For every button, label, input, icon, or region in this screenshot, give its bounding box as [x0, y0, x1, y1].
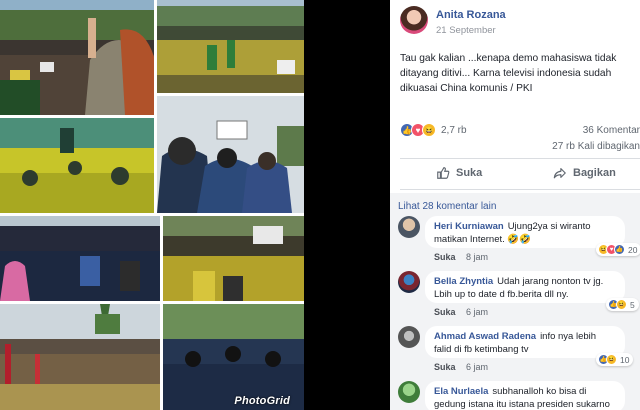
laughing-face-icon: 😆 [606, 354, 617, 365]
commenter-avatar[interactable] [398, 271, 420, 293]
comment-meta: Suka 6 jam [434, 307, 488, 317]
share-button-label: Bagikan [573, 167, 616, 179]
comment-reaction-count: 20 [628, 244, 638, 255]
reaction-count: 2,7 rb [441, 124, 467, 136]
post-timestamp[interactable]: 21 September [436, 25, 496, 36]
comment-bubble: Ela Nurlaela subhanalloh ko bisa di gedun… [425, 381, 625, 410]
author-avatar[interactable] [400, 6, 428, 34]
commenter-avatar[interactable] [398, 326, 420, 348]
laughing-face-icon: 😆 [616, 299, 627, 310]
comment-reactions[interactable]: 👍 😆 10 [596, 353, 634, 366]
like-button[interactable]: Suka [436, 166, 482, 180]
commenter-avatar[interactable] [398, 216, 420, 238]
comment-like-link[interactable]: Suka [434, 307, 456, 317]
divider [400, 189, 640, 190]
commenter-name[interactable]: Ahmad Aswad Radena [434, 331, 536, 342]
comment-count-link[interactable]: 36 Komentar [583, 125, 640, 136]
collage-photo-mass-rally[interactable] [0, 304, 160, 410]
comment-time[interactable]: 8 jam [466, 252, 488, 262]
comment-reactions[interactable]: 👍 😆 5 [606, 298, 639, 311]
comment-meta: Suka 8 jam [434, 252, 488, 262]
collage-photo-protest-crowd[interactable] [0, 0, 154, 115]
comments-section: Lihat 28 komentar lain Heri Kurniawan Uju… [390, 193, 640, 410]
comment-time[interactable]: 6 jam [466, 362, 488, 372]
share-button[interactable]: Bagikan [553, 166, 616, 180]
comment-time[interactable]: 6 jam [466, 307, 488, 317]
post-body-text: Tau gak kalian ...kenapa demo mahasiswa … [400, 53, 617, 94]
commenter-name[interactable]: Bella Zhyntia [434, 276, 493, 287]
comment-reaction-count: 5 [630, 299, 635, 310]
comment-like-link[interactable]: Suka [434, 362, 456, 372]
comment-like-link[interactable]: Suka [434, 252, 456, 262]
collage-photo-yellow-crowd[interactable] [157, 0, 304, 93]
author-name[interactable]: Anita Rozana [436, 9, 506, 21]
commenter-avatar[interactable] [398, 381, 420, 403]
comment-bubble: Heri Kurniawan Ujung2ya si wiranto matika… [425, 216, 625, 248]
comment-bubble: Bella Zhyntia Udah jarang nonton tv jg. L… [425, 271, 625, 303]
divider [400, 158, 640, 159]
laughing-face-icon: 😆 [422, 123, 436, 137]
commenter-name[interactable]: Heri Kurniawan [434, 221, 504, 232]
collage-photo-students-yellow[interactable] [0, 118, 154, 213]
collage-photo-banner-crowd[interactable] [163, 216, 304, 301]
share-arrow-icon [553, 168, 566, 179]
collage-photo-blue-jackets[interactable] [157, 96, 304, 213]
thumbs-up-outline-icon [437, 167, 450, 179]
commenter-name[interactable]: Ela Nurlaela [434, 386, 488, 397]
comment-bubble: Ahmad Aswad Radena info nya lebih falid d… [425, 326, 625, 358]
like-button-label: Suka [456, 167, 483, 179]
comment-reactions[interactable]: 😆 ♥ 👍 20 [596, 243, 640, 256]
comment-reaction-count: 10 [620, 354, 630, 365]
photo-collage[interactable]: PhotoGrid [0, 0, 304, 410]
share-count-link[interactable]: 27 rb Kali dibagikan [552, 141, 640, 152]
facebook-post: Anita Rozana 21 September Tau gak kalian… [390, 0, 640, 410]
comment-meta: Suka 6 jam [434, 362, 488, 372]
view-more-comments-link[interactable]: Lihat 28 komentar lain [398, 201, 496, 212]
thumbs-up-icon: 👍 [614, 244, 625, 255]
collage-photo-dark-crowd[interactable] [0, 216, 160, 301]
reaction-summary[interactable]: 👍 ♥ 😆 2,7 rb [400, 123, 467, 137]
photogrid-watermark: PhotoGrid [234, 395, 290, 407]
